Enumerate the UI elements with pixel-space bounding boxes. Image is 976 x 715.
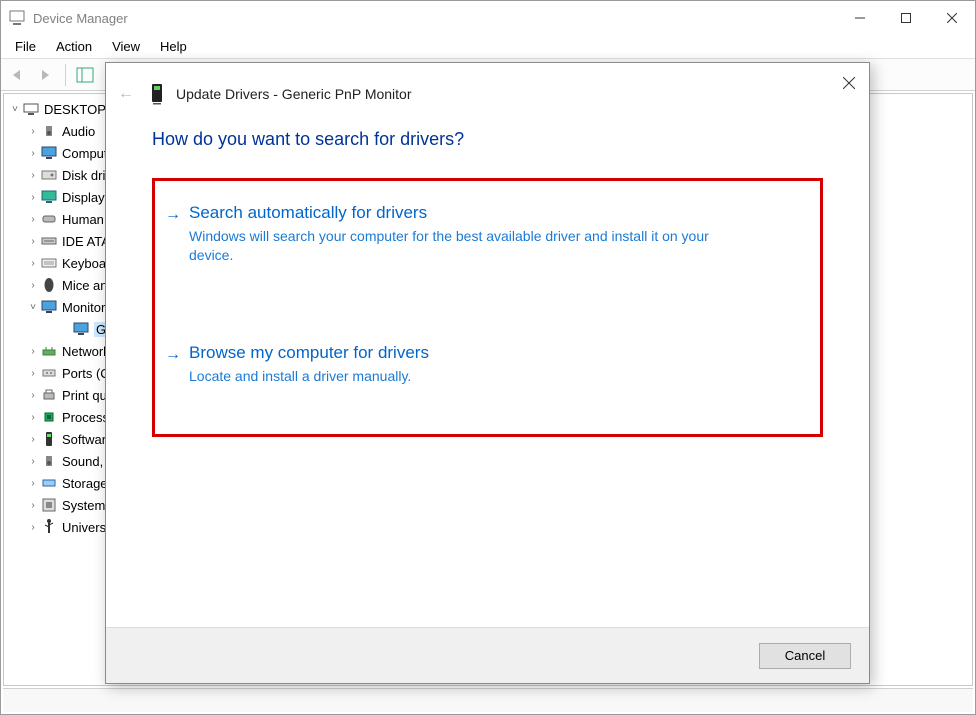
- port-icon: [40, 365, 58, 381]
- dialog-question: How do you want to search for drivers?: [152, 129, 823, 150]
- expand-icon[interactable]: ›: [26, 126, 40, 137]
- keyboard-icon: [40, 255, 58, 271]
- menu-view[interactable]: View: [104, 37, 148, 56]
- cancel-button[interactable]: Cancel: [759, 643, 851, 669]
- expand-icon[interactable]: ›: [26, 434, 40, 445]
- disk-icon: [40, 167, 58, 183]
- ide-icon: [40, 233, 58, 249]
- back-button[interactable]: [5, 62, 31, 88]
- expand-icon[interactable]: ›: [26, 390, 40, 401]
- collapse-icon[interactable]: ˅: [8, 104, 22, 115]
- arrow-right-icon: →: [165, 343, 189, 364]
- display-icon: [40, 189, 58, 205]
- titlebar: Device Manager: [1, 1, 975, 35]
- menu-file[interactable]: File: [7, 37, 44, 56]
- status-bar: [3, 688, 973, 712]
- option1-title: Search automatically for drivers: [189, 203, 804, 223]
- expand-icon[interactable]: ›: [26, 522, 40, 533]
- software-icon: [40, 431, 58, 447]
- menubar: File Action View Help: [1, 35, 975, 59]
- expand-icon[interactable]: ›: [26, 236, 40, 247]
- network-icon: [40, 343, 58, 359]
- computer-icon: [22, 101, 40, 117]
- expand-icon[interactable]: ›: [26, 478, 40, 489]
- mouse-icon: [40, 277, 58, 293]
- update-drivers-dialog: ← Update Drivers - Generic PnP Monitor H…: [105, 62, 870, 684]
- speaker-icon: [40, 453, 58, 469]
- monitor-icon: [40, 299, 58, 315]
- usb-icon: [40, 519, 58, 535]
- dialog-close-button[interactable]: [843, 77, 855, 89]
- expand-icon[interactable]: ›: [26, 500, 40, 511]
- dialog-back-button[interactable]: ←: [118, 85, 134, 103]
- dialog-body: How do you want to search for drivers? →…: [106, 125, 869, 627]
- printer-icon: [40, 387, 58, 403]
- window-title: Device Manager: [33, 11, 128, 26]
- option2-title: Browse my computer for drivers: [189, 343, 804, 363]
- device-manager-icon: [9, 10, 25, 26]
- monitor-icon: [72, 321, 90, 337]
- expand-icon[interactable]: ›: [26, 214, 40, 225]
- maximize-button[interactable]: [883, 2, 929, 34]
- storage-icon: [40, 475, 58, 491]
- expand-icon[interactable]: ›: [26, 258, 40, 269]
- expand-icon[interactable]: ›: [26, 148, 40, 159]
- cpu-icon: [40, 409, 58, 425]
- expand-icon[interactable]: ›: [26, 346, 40, 357]
- expand-icon[interactable]: ›: [26, 170, 40, 181]
- monitor-icon: [40, 145, 58, 161]
- dialog-footer: Cancel: [106, 627, 869, 683]
- tree-root-label: DESKTOP: [44, 102, 106, 117]
- show-hide-tree-button[interactable]: [72, 62, 98, 88]
- option-search-automatically[interactable]: → Search automatically for drivers Windo…: [163, 185, 812, 269]
- expand-icon[interactable]: ›: [26, 280, 40, 291]
- minimize-button[interactable]: [837, 2, 883, 34]
- menu-action[interactable]: Action: [48, 37, 100, 56]
- menu-help[interactable]: Help: [152, 37, 195, 56]
- window-controls: [837, 2, 975, 34]
- close-button[interactable]: [929, 2, 975, 34]
- speaker-icon: [40, 123, 58, 139]
- expand-icon[interactable]: ›: [26, 412, 40, 423]
- options-highlight-box: → Search automatically for drivers Windo…: [152, 178, 823, 437]
- expand-icon[interactable]: ›: [26, 192, 40, 203]
- option1-desc: Windows will search your computer for th…: [189, 227, 749, 265]
- tree-category-label: Audio: [62, 124, 95, 139]
- cancel-label: Cancel: [785, 648, 825, 663]
- dialog-header: ← Update Drivers - Generic PnP Monitor: [106, 63, 869, 125]
- expand-icon[interactable]: ›: [26, 368, 40, 379]
- device-icon: [148, 83, 166, 105]
- system-icon: [40, 497, 58, 513]
- forward-button[interactable]: [33, 62, 59, 88]
- dialog-title: Update Drivers - Generic PnP Monitor: [176, 86, 412, 102]
- option-browse-computer[interactable]: → Browse my computer for drivers Locate …: [163, 325, 812, 390]
- arrow-right-icon: →: [165, 203, 189, 224]
- hid-icon: [40, 211, 58, 227]
- collapse-icon[interactable]: ˅: [26, 302, 40, 313]
- toolbar-divider: [65, 64, 66, 86]
- option2-desc: Locate and install a driver manually.: [189, 367, 749, 386]
- expand-icon[interactable]: ›: [26, 456, 40, 467]
